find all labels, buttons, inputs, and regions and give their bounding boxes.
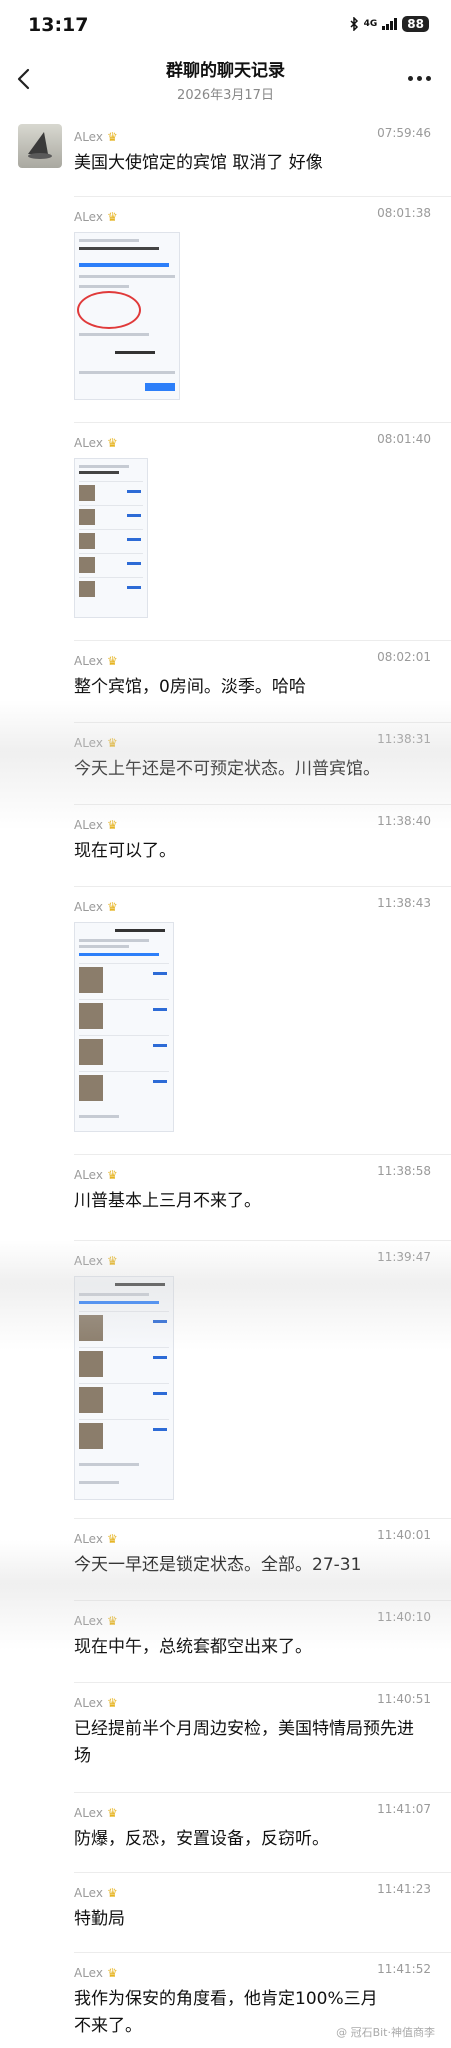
crown-icon: ♛ [106, 1966, 118, 1980]
page-subtitle: 2026年3月17日 [177, 88, 274, 103]
message-time: 11:38:58 [377, 1164, 431, 1178]
message-time: 11:40:51 [377, 1692, 431, 1706]
sender-name: ALex [74, 1168, 103, 1182]
chat-message: ALex ♛ 11:38:31 今天上午还是不可预定状态。川普宾馆。 [0, 722, 451, 798]
crown-icon: ♛ [106, 900, 118, 914]
more-button[interactable] [408, 76, 431, 81]
more-dots-icon [408, 76, 413, 81]
crown-icon: ♛ [106, 1168, 118, 1182]
crown-icon: ♛ [106, 1696, 118, 1710]
crown-icon: ♛ [106, 1254, 118, 1268]
watermark: @ 冠石Bit·神值商李 [336, 2026, 435, 2039]
image-attachment[interactable] [74, 232, 180, 400]
chat-message: ALex ♛ 08:01:38 [0, 196, 451, 406]
sender-name: ALex [74, 210, 103, 224]
status-bar: 13:17 4G 88 [0, 0, 451, 50]
chat-message: ALex ♛ 11:40:51 已经提前半个月周边安检，美国特情局预先进场 [0, 1682, 451, 1792]
chat-message: ALex ♛ 08:01:40 [0, 422, 451, 622]
sender-name: ALex [74, 1966, 103, 1980]
message-time: 11:39:47 [377, 1250, 431, 1264]
message-time: 07:59:46 [377, 126, 431, 140]
sender-name: ALex [74, 654, 103, 668]
sender-name: ALex [74, 736, 103, 750]
sender-name: ALex [74, 130, 103, 144]
sender-name: ALex [74, 1696, 103, 1710]
message-time: 11:41:23 [377, 1882, 431, 1896]
sender-name: ALex [74, 900, 103, 914]
chat-message: ALex ♛ 11:38:40 现在可以了。 [0, 804, 451, 880]
network-label: 4G [363, 19, 378, 29]
crown-icon: ♛ [106, 436, 118, 450]
crown-icon: ♛ [106, 1886, 118, 1900]
message-text[interactable]: 川普基本上三月不来了。 [74, 1188, 427, 1215]
sender-name: ALex [74, 436, 103, 450]
message-time: 11:38:40 [377, 814, 431, 828]
chat-message: ALex ♛ 11:40:10 现在中午，总统套都空出来了。 [0, 1600, 451, 1680]
sender-name: ALex [74, 1254, 103, 1268]
crown-icon: ♛ [106, 1614, 118, 1628]
chat-message: ALex ♛ 11:41:23 特勤局 [0, 1872, 451, 1950]
chat-message: ALex ♛ 08:02:01 整个宾馆，0房间。淡季。哈哈 [0, 640, 451, 716]
message-time: 08:02:01 [377, 650, 431, 664]
chat-message: ALex ♛ 11:38:43 [0, 886, 451, 1148]
message-time: 11:41:07 [377, 1802, 431, 1816]
page-title: 群聊的聊天记录 [166, 61, 285, 81]
message-text[interactable]: 今天上午还是不可预定状态。川普宾馆。 [74, 756, 427, 783]
message-text[interactable]: 整个宾馆，0房间。淡季。哈哈 [74, 674, 427, 701]
sender-name: ALex [74, 818, 103, 832]
signal-icon [382, 18, 398, 30]
chat-message: ALex ♛ 11:38:58 川普基本上三月不来了。 [0, 1154, 451, 1238]
bluetooth-icon [350, 17, 358, 31]
chat-message: ALex ♛ 07:59:46 美国大使馆定的宾馆 取消了 好像 [0, 116, 451, 186]
crown-icon: ♛ [106, 1532, 118, 1546]
image-attachment[interactable] [74, 922, 174, 1132]
message-time: 11:40:10 [377, 1610, 431, 1624]
message-text[interactable]: 现在可以了。 [74, 838, 427, 865]
crown-icon: ♛ [106, 654, 118, 668]
battery-icon: 88 [402, 16, 429, 32]
nav-bar: 群聊的聊天记录 2026年3月17日 [0, 50, 451, 110]
chat-message: ALex ♛ 11:39:47 [0, 1240, 451, 1512]
image-attachment[interactable] [74, 458, 148, 618]
crown-icon: ♛ [106, 1806, 118, 1820]
sender-name: ALex [74, 1614, 103, 1628]
message-time: 11:40:01 [377, 1528, 431, 1542]
crown-icon: ♛ [106, 130, 118, 144]
crown-icon: ♛ [106, 210, 118, 224]
message-time: 11:41:52 [377, 1962, 431, 1976]
message-text[interactable]: 美国大使馆定的宾馆 取消了 好像 [74, 150, 427, 177]
image-attachment[interactable] [74, 1276, 174, 1500]
message-text[interactable]: 防爆，反恐，安置设备，反窃听。 [74, 1826, 427, 1853]
status-time: 13:17 [28, 14, 89, 36]
crown-icon: ♛ [106, 736, 118, 750]
status-icons: 4G 88 [349, 16, 429, 32]
message-time: 11:38:31 [377, 732, 431, 746]
message-text[interactable]: 特勤局 [74, 1906, 427, 1933]
chat-message: ALex ♛ 11:41:07 防爆，反恐，安置设备，反窃听。 [0, 1792, 451, 1870]
crown-icon: ♛ [106, 818, 118, 832]
sender-name: ALex [74, 1532, 103, 1546]
sender-name: ALex [74, 1886, 103, 1900]
sender-name: ALex [74, 1806, 103, 1820]
message-text[interactable]: 已经提前半个月周边安检，美国特情局预先进场 [74, 1716, 427, 1770]
message-time: 08:01:40 [377, 432, 431, 446]
message-text[interactable]: 现在中午，总统套都空出来了。 [74, 1634, 427, 1661]
message-time: 11:38:43 [377, 896, 431, 910]
message-text[interactable]: 今天一早还是锁定状态。全部。27-31 [74, 1552, 427, 1579]
message-time: 08:01:38 [377, 206, 431, 220]
chat-message: ALex ♛ 11:40:01 今天一早还是锁定状态。全部。27-31 [0, 1518, 451, 1598]
